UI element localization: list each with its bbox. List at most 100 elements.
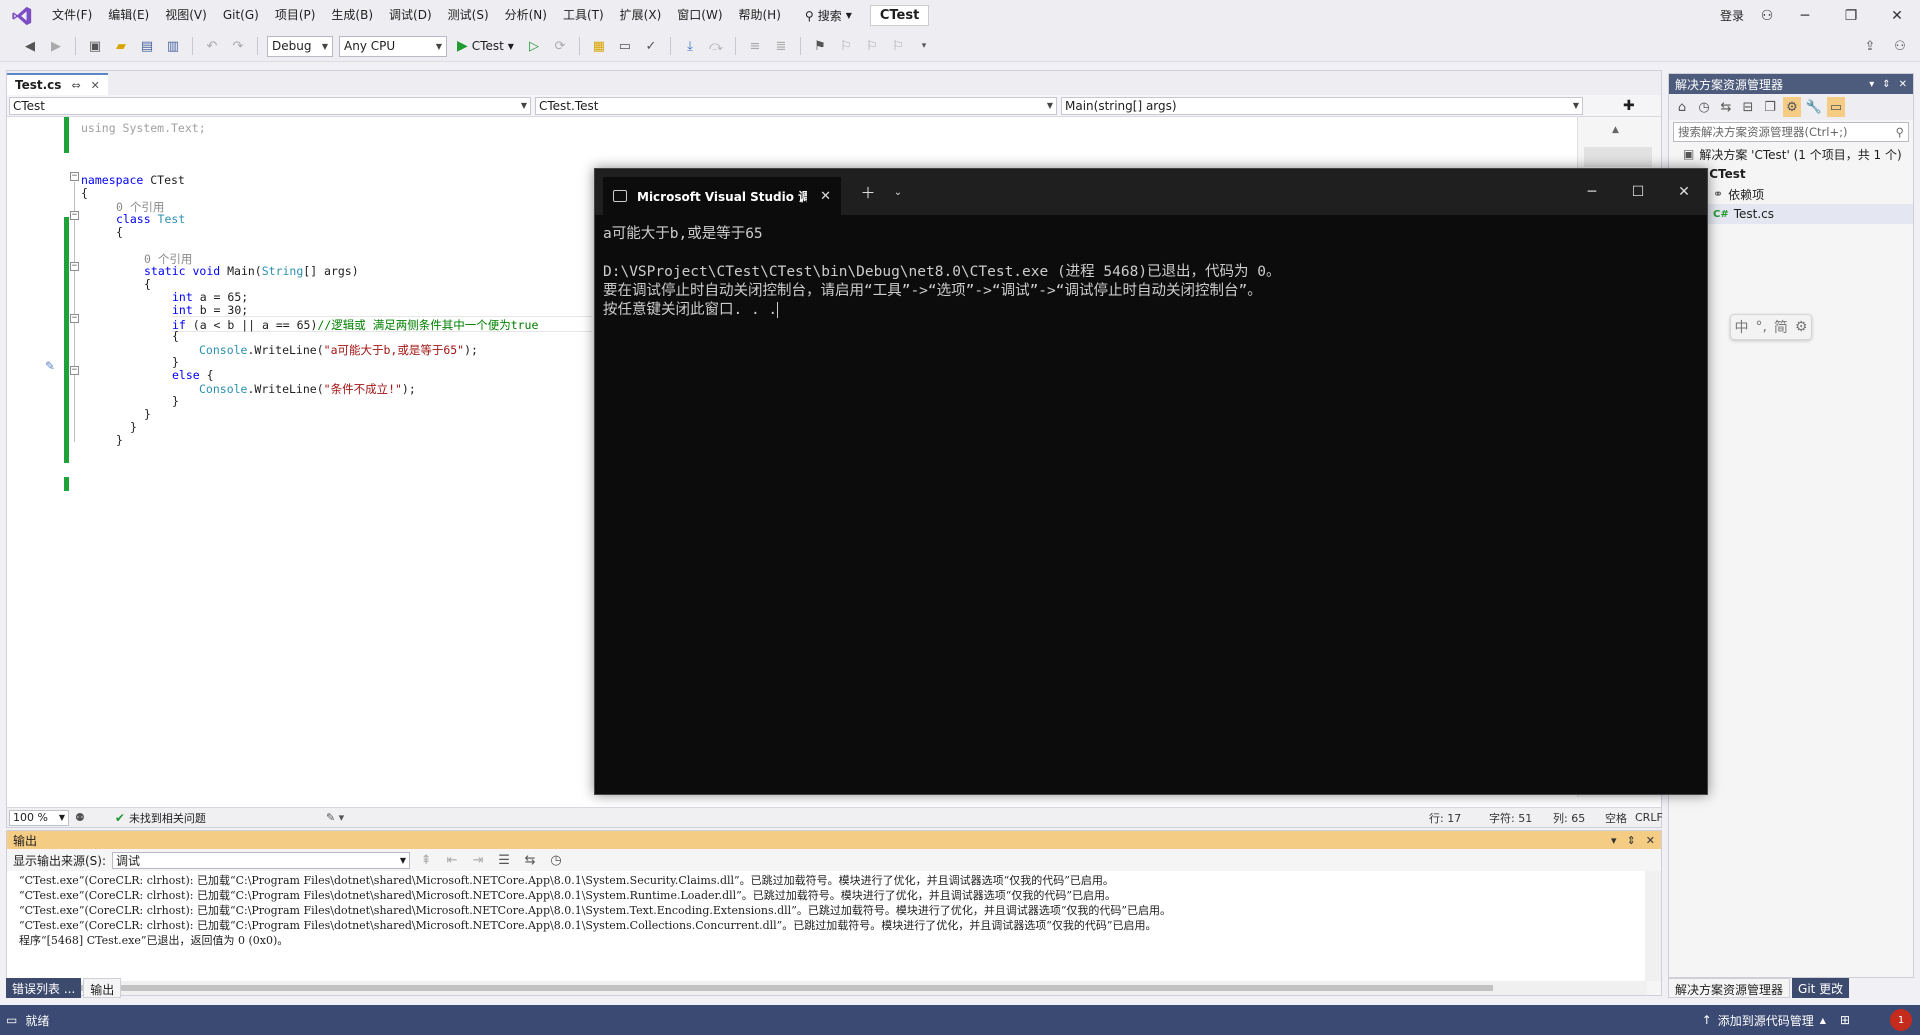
clear-bookmarks-icon[interactable]: ⚐ xyxy=(888,36,908,56)
source-control-button[interactable]: ↑ 添加到源代码管理 ▲ ⊞ xyxy=(1702,1012,1850,1029)
show-all-files-icon[interactable]: ❐ xyxy=(1761,97,1779,117)
back-icon[interactable]: ◀ xyxy=(20,36,40,56)
visual-studio-logo-icon[interactable] xyxy=(0,0,44,31)
tab-solution-explorer[interactable]: 解决方案资源管理器 xyxy=(1668,978,1791,998)
collapse-all-icon[interactable]: ⊟ xyxy=(1739,97,1757,117)
fold-toggle[interactable]: − xyxy=(70,262,79,271)
output-horizontal-scrollbar[interactable] xyxy=(7,981,1647,995)
pin-icon[interactable]: ⇔ xyxy=(71,79,80,92)
comment-icon[interactable]: ≡ xyxy=(745,36,765,56)
menu-git[interactable]: Git(G) xyxy=(215,0,267,31)
timestamp-icon[interactable]: ◷ xyxy=(546,850,566,870)
tab-error-list[interactable]: 错误列表 ... xyxy=(6,978,82,998)
tab-git-changes[interactable]: Git 更改 xyxy=(1792,978,1850,998)
scrollbar-thumb[interactable] xyxy=(1584,147,1652,167)
close-icon[interactable]: ✕ xyxy=(1646,834,1655,847)
menu-extensions[interactable]: 扩展(X) xyxy=(612,0,670,31)
output-scrollbar[interactable] xyxy=(1645,871,1661,981)
column-indicator[interactable]: 列: 65 xyxy=(1553,810,1585,826)
fold-toggle[interactable]: − xyxy=(70,211,79,220)
search-button[interactable]: ⚲ 搜索 ▼ xyxy=(799,7,858,24)
uncomment-icon[interactable]: ≣ xyxy=(771,36,791,56)
ime-language[interactable]: 中 xyxy=(1734,317,1748,337)
scroll-up-icon[interactable]: ▲ xyxy=(1612,125,1619,135)
menu-build[interactable]: 生成(B) xyxy=(323,0,381,31)
quick-actions-icon[interactable]: ✎ xyxy=(45,359,55,373)
redo-icon[interactable]: ↷ xyxy=(228,36,248,56)
menu-edit[interactable]: 编辑(E) xyxy=(100,0,157,31)
pin-icon[interactable]: ⇕ xyxy=(1882,79,1890,90)
minimize-icon[interactable]: ─ xyxy=(1782,0,1828,31)
output-text[interactable]: “CTest.exe”(CoreCLR: clrhost): 已加载“C:\Pr… xyxy=(7,871,1647,981)
type-dropdown[interactable]: CTest.Test ▼ xyxy=(535,96,1057,115)
preview-icon[interactable]: ▭ xyxy=(1827,97,1845,117)
output-status-icon[interactable]: ▭ xyxy=(6,1013,17,1027)
live-share-icon[interactable]: ⇪ xyxy=(1860,36,1880,56)
menu-analyze[interactable]: 分析(N) xyxy=(497,0,555,31)
maximize-icon[interactable]: ☐ xyxy=(1615,184,1661,200)
debug-console-window[interactable]: Microsoft Visual Studio 调试控制台 ✕ ＋ ⌄ ─ ☐ … xyxy=(594,168,1708,795)
tree-item-solution[interactable]: ▣ 解决方案 'CTest' (1 个项目，共 1 个) xyxy=(1669,144,1913,164)
char-indicator[interactable]: 字符: 51 xyxy=(1489,810,1532,826)
step-over-icon[interactable]: ⤼ xyxy=(706,36,726,56)
console-output[interactable]: a可能大于b,或是等于65 D:\VSProject\CTest\CTest\bi… xyxy=(595,215,1707,330)
tab-output[interactable]: 输出 xyxy=(83,978,122,998)
member-dropdown[interactable]: Main(string[] args) ▼ xyxy=(1061,96,1583,115)
scrollbar-thumb[interactable] xyxy=(23,985,1493,991)
new-tab-icon[interactable]: ＋ xyxy=(853,182,883,203)
fold-toggle[interactable]: − xyxy=(70,172,79,181)
menu-project[interactable]: 项目(P) xyxy=(267,0,324,31)
ime-mode[interactable]: 简 xyxy=(1774,317,1788,337)
home-icon[interactable]: ⌂ xyxy=(1673,97,1691,117)
filter-icon[interactable]: ⚙ xyxy=(1783,97,1801,117)
bookmark-icon[interactable]: ⚑ xyxy=(810,36,830,56)
tab-test-cs[interactable]: Test.cs ⇔ ✕ xyxy=(7,73,108,95)
prev-bookmark-icon[interactable]: ⚐ xyxy=(836,36,856,56)
fold-toggle[interactable]: − xyxy=(70,314,79,323)
configuration-select[interactable]: Debug ▼ xyxy=(267,35,333,57)
copilot-icon[interactable]: ⚉ xyxy=(75,811,85,824)
check-icon[interactable]: ✓ xyxy=(641,36,661,56)
find-message-icon[interactable]: ⇞ xyxy=(416,850,436,870)
open-folder-icon[interactable]: ▰ xyxy=(111,36,131,56)
chevron-down-icon[interactable]: ⌄ xyxy=(883,187,913,198)
save-all-icon[interactable]: ▥ xyxy=(163,36,183,56)
clear-all-icon[interactable]: ☰ xyxy=(494,850,514,870)
start-without-debugging-icon[interactable]: ▷ xyxy=(524,36,544,56)
next-message-icon[interactable]: ⇥ xyxy=(468,850,488,870)
word-wrap-icon[interactable]: ⇆ xyxy=(520,850,540,870)
issues-indicator[interactable]: ✔ 未找到相关问题 xyxy=(115,810,206,826)
hot-reload-icon[interactable]: ⟳ xyxy=(550,36,570,56)
split-editor-icon[interactable]: ✚ xyxy=(1623,98,1635,114)
project-dropdown[interactable]: CTest ▼ xyxy=(9,96,531,115)
forward-icon[interactable]: ▶ xyxy=(46,36,66,56)
line-ending-indicator[interactable]: CRLF xyxy=(1635,811,1663,824)
close-icon[interactable]: ✕ xyxy=(1899,79,1907,90)
output-source-select[interactable]: 调试 ▼ xyxy=(112,851,411,869)
menu-debug[interactable]: 调试(D) xyxy=(381,0,440,31)
cleanup-icon[interactable]: ✎ ▾ xyxy=(326,811,344,824)
browser-link-icon[interactable]: ▦ xyxy=(589,36,609,56)
close-icon[interactable]: ✕ xyxy=(1874,0,1920,31)
layout-icon[interactable]: ▭ xyxy=(615,36,635,56)
account-icon[interactable]: ⚇ xyxy=(1752,0,1782,31)
zoom-select[interactable]: 100 % ▼ xyxy=(9,809,69,826)
notifications-badge[interactable]: 1 xyxy=(1890,1009,1912,1031)
save-icon[interactable]: ▤ xyxy=(137,36,157,56)
menu-help[interactable]: 帮助(H) xyxy=(731,0,789,31)
ime-punctuation[interactable]: °, xyxy=(1755,319,1766,335)
minimize-icon[interactable]: ─ xyxy=(1569,184,1615,200)
line-indicator[interactable]: 行: 17 xyxy=(1429,810,1461,826)
feedback-icon[interactable]: ⚇ xyxy=(1890,36,1910,56)
login-button[interactable]: 登录 xyxy=(1720,7,1744,24)
close-icon[interactable]: ✕ xyxy=(1661,184,1707,200)
ime-toolbar[interactable]: 中 °, 简 ⚙ xyxy=(1730,314,1812,340)
restore-icon[interactable]: ❐ xyxy=(1828,0,1874,31)
window-menu-icon[interactable]: ▾ xyxy=(1611,834,1617,847)
window-menu-icon[interactable]: ▾ xyxy=(1869,79,1874,90)
properties-icon[interactable]: 🔧 xyxy=(1805,97,1823,117)
next-bookmark-icon[interactable]: ⚐ xyxy=(862,36,882,56)
menu-test[interactable]: 测试(S) xyxy=(440,0,497,31)
platform-select[interactable]: Any CPU ▼ xyxy=(339,35,447,57)
console-tab[interactable]: Microsoft Visual Studio 调试控制台 ✕ xyxy=(603,177,841,215)
